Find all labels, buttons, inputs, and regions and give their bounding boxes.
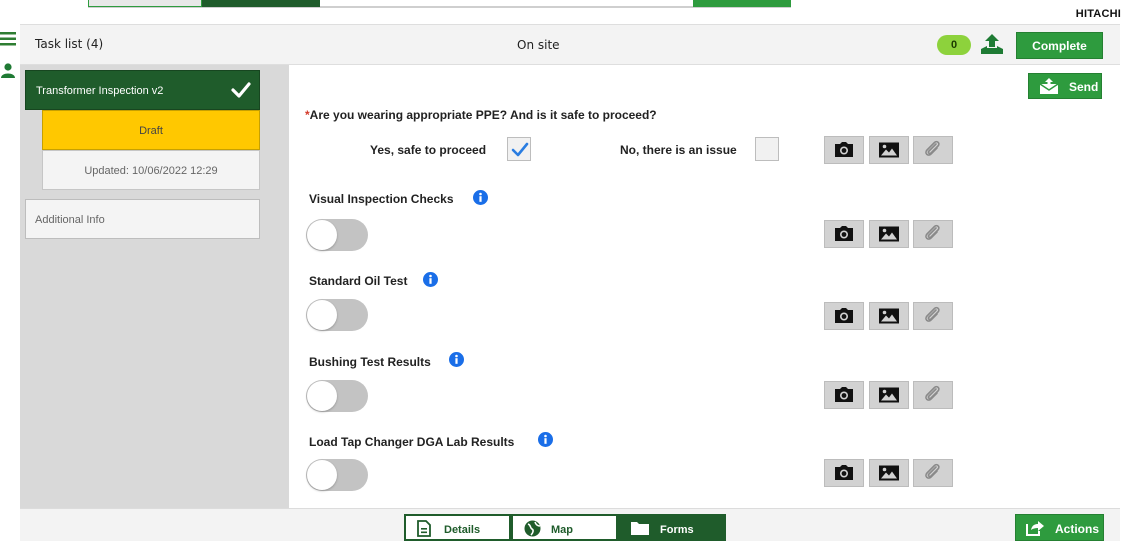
info-icon[interactable] <box>538 432 553 447</box>
camera-button[interactable] <box>824 302 864 330</box>
camera-button[interactable] <box>824 220 864 248</box>
paperclip-button[interactable] <box>913 136 953 164</box>
tab-map[interactable]: Map <box>511 514 618 541</box>
tab-forms[interactable]: Forms <box>618 514 726 541</box>
image-button[interactable] <box>869 136 909 164</box>
task-title: Transformer Inspection v2 <box>36 85 164 97</box>
cloud-upload-icon[interactable] <box>978 32 1006 58</box>
count-badge: 0 <box>937 35 971 55</box>
image-button[interactable] <box>869 220 909 248</box>
paperclip-button[interactable] <box>913 459 953 487</box>
user-icon[interactable] <box>1 63 15 78</box>
envelope-upload-icon <box>1039 78 1059 95</box>
status-text: On site <box>517 38 560 52</box>
tab-map-label: Map <box>551 524 573 536</box>
folder-icon <box>631 520 649 535</box>
header-bar: Task list (4) On site 0 Complete <box>20 24 1120 65</box>
paperclip-button[interactable] <box>913 220 953 248</box>
toggle-knob <box>307 220 337 250</box>
draft-status-badge: Draft <box>42 110 260 150</box>
load-tap-changer-toggle[interactable] <box>306 459 368 491</box>
document-icon <box>417 520 431 537</box>
info-icon[interactable] <box>473 190 488 205</box>
standard-oil-test-label: Standard Oil Test <box>309 274 408 288</box>
globe-icon <box>524 520 541 537</box>
top-strip-tab-2 <box>202 0 320 7</box>
bushing-test-label: Bushing Test Results <box>309 355 431 369</box>
info-icon[interactable] <box>449 352 464 367</box>
ppe-question-label: *Are you wearing appropriate PPE? And is… <box>305 108 657 122</box>
tab-forms-label: Forms <box>660 524 694 536</box>
bushing-test-toggle[interactable] <box>306 380 368 412</box>
updated-timestamp: Updated: 10/06/2022 12:29 <box>42 150 260 190</box>
brand-logo: HITACHI <box>1075 8 1121 20</box>
top-strip-tab-3 <box>693 0 791 7</box>
camera-button[interactable] <box>824 136 864 164</box>
send-label: Send <box>1069 80 1099 94</box>
complete-button[interactable]: Complete <box>1016 32 1103 59</box>
visual-inspection-toggle[interactable] <box>306 219 368 251</box>
camera-button[interactable] <box>824 459 864 487</box>
tab-details-label: Details <box>444 524 481 536</box>
image-button[interactable] <box>869 302 909 330</box>
load-tap-changer-label: Load Tap Changer DGA Lab Results <box>309 435 515 449</box>
image-button[interactable] <box>869 381 909 409</box>
toggle-knob <box>307 460 337 490</box>
checkmark-icon <box>511 142 529 157</box>
option-no-checkbox[interactable] <box>755 137 779 161</box>
camera-button[interactable] <box>824 381 864 409</box>
tab-details[interactable]: Details <box>404 514 511 541</box>
actions-label: Actions <box>1055 522 1100 536</box>
toggle-knob <box>307 300 337 330</box>
share-arrow-icon <box>1025 519 1045 537</box>
image-button[interactable] <box>869 459 909 487</box>
hamburger-menu-icon[interactable] <box>0 32 16 46</box>
actions-button[interactable]: Actions <box>1015 514 1104 541</box>
checkmark-icon <box>231 81 251 99</box>
sidebar-item-additional-info[interactable]: Additional Info <box>25 199 260 239</box>
ppe-question-text: Are you wearing appropriate PPE? And is … <box>309 108 657 122</box>
task-list-label[interactable]: Task list (4) <box>35 37 103 51</box>
send-button[interactable]: Send <box>1028 73 1102 99</box>
paperclip-button[interactable] <box>913 302 953 330</box>
top-strip-tab-1 <box>88 0 202 7</box>
standard-oil-test-toggle[interactable] <box>306 299 368 331</box>
info-icon[interactable] <box>423 272 438 287</box>
sidebar: Transformer Inspection v2 Draft Updated:… <box>20 65 289 508</box>
option-no-label: No, there is an issue <box>620 143 737 157</box>
visual-inspection-label: Visual Inspection Checks <box>309 192 454 206</box>
toggle-knob <box>307 381 337 411</box>
sidebar-task-item[interactable]: Transformer Inspection v2 <box>25 70 260 110</box>
option-yes-checkbox[interactable] <box>507 137 531 161</box>
paperclip-button[interactable] <box>913 381 953 409</box>
option-yes-label: Yes, safe to proceed <box>370 143 487 157</box>
